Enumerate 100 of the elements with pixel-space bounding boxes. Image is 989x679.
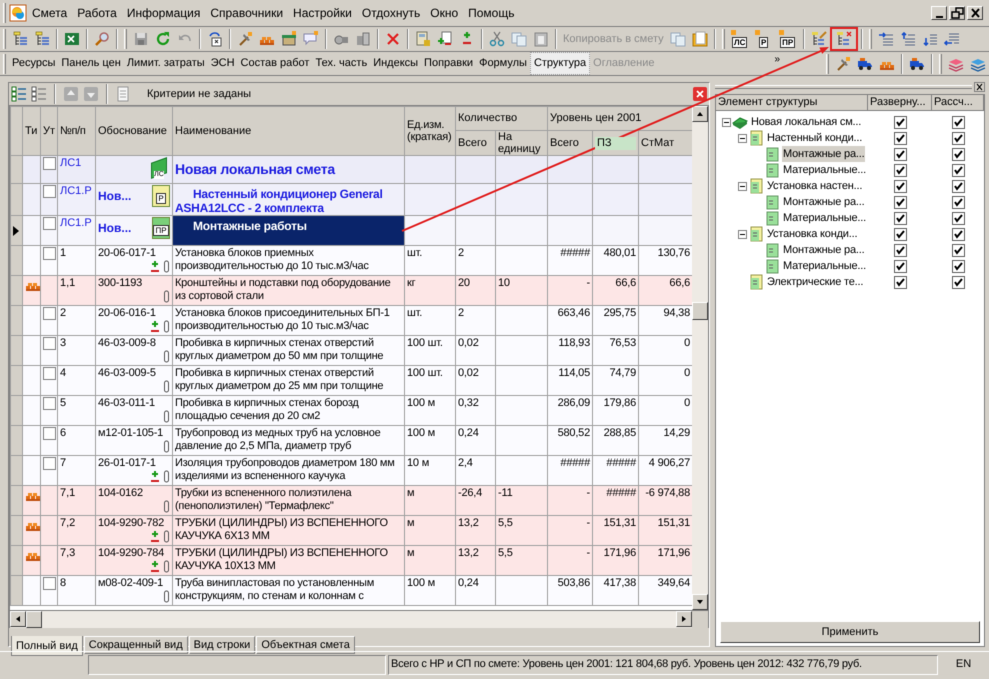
checkbox[interactable] (43, 185, 56, 198)
checkbox[interactable] (894, 148, 906, 160)
tree-edit-icon[interactable] (810, 31, 827, 47)
toolbar-handle[interactable] (124, 29, 127, 49)
checkbox[interactable] (952, 116, 964, 128)
scroll-down-icon[interactable] (696, 598, 704, 606)
toolbar-handle[interactable] (826, 54, 829, 74)
collapse-icon[interactable] (738, 182, 746, 190)
tree-delete-icon[interactable] (836, 31, 852, 47)
calculator-icon[interactable] (415, 31, 431, 47)
tree-list-icon[interactable] (12, 31, 28, 47)
toolbar-handle[interactable] (3, 54, 6, 74)
scissors-icon[interactable] (489, 31, 505, 47)
checkbox[interactable] (43, 307, 56, 320)
document-button[interactable]: Р (754, 30, 773, 48)
indent-icon[interactable] (878, 31, 894, 47)
panel-tab[interactable]: Индексы (370, 53, 422, 74)
list-icon[interactable] (31, 86, 47, 102)
menu-item[interactable]: Отдохнуть (356, 5, 426, 21)
collapse-icon[interactable] (738, 134, 746, 142)
checkbox[interactable] (952, 164, 964, 176)
truck-icon[interactable] (857, 56, 873, 72)
checkbox[interactable] (894, 116, 906, 128)
panel-tab[interactable]: Состав работ (238, 53, 312, 74)
panel-tab[interactable]: Структура (530, 52, 590, 75)
tree-item[interactable]: Материальные... (782, 162, 867, 178)
checklist-icon[interactable] (11, 86, 27, 102)
apply-button[interactable]: Применить (720, 621, 980, 643)
checkbox[interactable] (952, 244, 964, 256)
panel-tab[interactable]: ЭСН (208, 53, 238, 74)
checkbox[interactable] (43, 397, 56, 410)
checkbox[interactable] (952, 260, 964, 272)
tree-item[interactable]: Монтажные ра... (782, 146, 866, 162)
checkbox[interactable] (952, 132, 964, 144)
scroll-left-icon[interactable] (14, 615, 22, 623)
hammer-icon[interactable] (237, 31, 253, 47)
scroll-right-icon[interactable] (680, 615, 688, 623)
speech-bubble-icon[interactable] (303, 31, 319, 47)
panel-tab[interactable]: Панель цен (58, 53, 124, 74)
column-header[interactable]: Ти (25, 124, 38, 138)
tree-item[interactable]: Монтажные ра... (782, 194, 866, 210)
view-tab[interactable]: Объектная смета (256, 636, 355, 654)
checkbox[interactable] (894, 212, 906, 224)
tree-item[interactable]: Установка конди... (766, 226, 858, 242)
tree-item[interactable]: Установка настен... (766, 178, 864, 194)
tree-item[interactable]: Монтажные ра... (782, 242, 866, 258)
view-tab[interactable]: Полный вид (11, 636, 83, 656)
scrollbar-thumb[interactable] (26, 611, 42, 628)
checkbox[interactable] (894, 244, 906, 256)
folder-icon[interactable] (692, 31, 708, 47)
panel-tab[interactable]: Лимит. затраты (124, 53, 208, 74)
toolbar-handle[interactable] (3, 3, 6, 23)
checkbox[interactable] (894, 164, 906, 176)
menu-item[interactable]: Настройки (288, 5, 357, 21)
column-header[interactable]: ПЗ (595, 136, 636, 150)
collapse-icon[interactable] (738, 230, 746, 238)
scroll-up-icon[interactable] (696, 110, 704, 118)
checkbox[interactable] (952, 228, 964, 240)
collapse-icon[interactable] (722, 118, 730, 126)
checkbox[interactable] (43, 457, 56, 470)
outdent-icon[interactable] (944, 31, 960, 47)
menu-item[interactable]: Смета (27, 5, 72, 21)
checkbox[interactable] (952, 148, 964, 160)
view-tab[interactable]: Сокращенный вид (84, 636, 188, 654)
checkbox[interactable] (952, 180, 964, 192)
checkbox[interactable] (952, 196, 964, 208)
document-plus-icon[interactable] (437, 31, 453, 47)
tree-item[interactable]: Материальные... (782, 258, 867, 274)
checkbox[interactable] (43, 337, 56, 350)
checkbox[interactable] (894, 260, 906, 272)
toolbar-handle[interactable] (3, 29, 6, 49)
column-header[interactable]: Разверну... (868, 95, 932, 111)
menu-item[interactable]: Окно (425, 5, 464, 21)
checkbox[interactable] (894, 196, 906, 208)
overflow-chevron[interactable]: » (774, 52, 780, 67)
tree-item[interactable]: Настенный конди... (766, 130, 864, 146)
menu-item[interactable]: Помощь (463, 5, 520, 21)
toolbar-handle[interactable] (722, 29, 725, 49)
delete-icon[interactable] (385, 31, 401, 47)
search-icon[interactable] (94, 31, 110, 47)
menu-item[interactable]: Работа (72, 5, 122, 21)
tree-insert-icon[interactable] (34, 31, 50, 47)
checkbox[interactable] (43, 157, 56, 170)
tree-item[interactable]: Электрические те... (766, 274, 864, 290)
restore-icon[interactable] (950, 6, 964, 20)
checkbox[interactable] (894, 228, 906, 240)
save-icon[interactable] (133, 31, 149, 47)
checkbox[interactable] (894, 276, 906, 288)
column-header[interactable]: Элемент структуры (716, 95, 868, 111)
spreadsheet-icon[interactable] (64, 31, 80, 47)
column-header[interactable]: Рассч... (932, 95, 984, 111)
menu-item[interactable]: Справочники (205, 5, 288, 21)
scrollbar-thumb[interactable] (692, 302, 708, 320)
language-indicator[interactable]: EN (956, 656, 972, 673)
panel-tab[interactable]: Ресурсы (9, 53, 58, 74)
toolbar-handle[interactable] (939, 54, 942, 74)
panel-tab[interactable]: Поправки (421, 53, 476, 74)
checkbox[interactable] (894, 180, 906, 192)
checkbox[interactable] (43, 367, 56, 380)
checkbox[interactable] (894, 132, 906, 144)
